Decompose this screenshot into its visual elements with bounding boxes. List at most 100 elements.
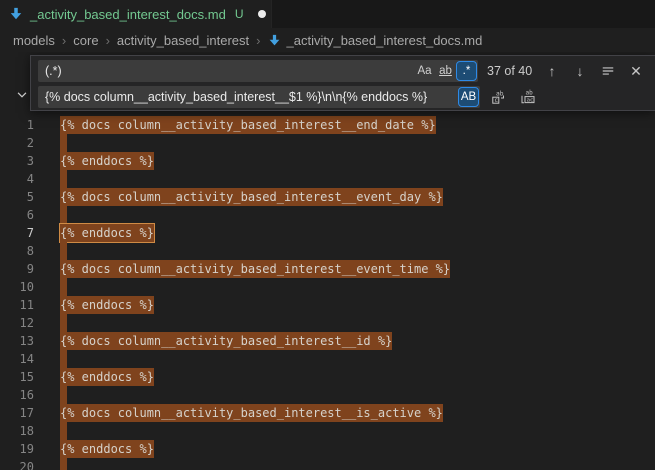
match-case-toggle[interactable]: Aa xyxy=(415,62,434,80)
tab-active[interactable]: _activity_based_interest_docs.md U xyxy=(0,0,272,28)
line-content[interactable] xyxy=(60,134,67,152)
line-content[interactable] xyxy=(60,170,67,188)
line-content[interactable] xyxy=(60,350,67,368)
breadcrumb-separator-icon: › xyxy=(256,33,260,48)
code-line: 17 {% docs column__activity_based_interes… xyxy=(0,404,655,422)
line-number[interactable]: 19 xyxy=(0,440,34,458)
line-number[interactable]: 10 xyxy=(0,278,34,296)
line-number[interactable]: 9 xyxy=(0,260,34,278)
line-number[interactable]: 1 xyxy=(0,116,34,134)
close-find-button[interactable]: ✕ xyxy=(626,61,646,81)
code-line: 18 xyxy=(0,422,655,440)
empty-line-match-highlight xyxy=(60,170,67,188)
find-input[interactable]: (.*) Aa ab .* xyxy=(38,60,478,82)
line-content[interactable]: {% docs column__activity_based_interest_… xyxy=(60,404,443,422)
tab-filename: _activity_based_interest_docs.md xyxy=(30,7,226,22)
match-count: 37 of 40 xyxy=(487,64,532,78)
previous-match-button[interactable]: ↑ xyxy=(542,61,562,81)
line-number[interactable]: 16 xyxy=(0,386,34,404)
code-line: 4 xyxy=(0,170,655,188)
line-content[interactable] xyxy=(60,386,67,404)
line-content[interactable]: {% docs column__activity_based_interest_… xyxy=(60,332,392,350)
line-content[interactable]: {% docs column__activity_based_interest_… xyxy=(60,116,436,134)
match-highlight: {% docs column__activity_based_interest_… xyxy=(60,188,443,206)
git-status-badge: U xyxy=(235,7,244,21)
find-row: (.*) Aa ab .* 37 of 40 ↑ ↓ ✕ xyxy=(38,60,646,82)
line-number[interactable]: 12 xyxy=(0,314,34,332)
line-content[interactable]: {% enddocs %} xyxy=(60,152,154,170)
line-content[interactable]: {% enddocs %} xyxy=(60,368,154,386)
breadcrumb-item[interactable]: core xyxy=(73,33,98,48)
breadcrumb-separator-icon: › xyxy=(106,33,110,48)
line-content[interactable]: {% docs column__activity_based_interest_… xyxy=(60,188,443,206)
empty-line-match-highlight xyxy=(60,386,67,404)
code-line: 7 {% enddocs %} xyxy=(0,224,655,242)
breadcrumb-item[interactable]: models xyxy=(13,33,55,48)
replace-all-icon[interactable]: ab ac xyxy=(518,87,538,107)
line-number[interactable]: 17 xyxy=(0,404,34,422)
match-highlight: {% enddocs %} xyxy=(60,296,154,314)
match-highlight: {% enddocs %} xyxy=(60,368,154,386)
breadcrumb-item[interactable]: activity_based_interest xyxy=(117,33,249,48)
code-line: 19 {% enddocs %} xyxy=(0,440,655,458)
regex-toggle[interactable]: .* xyxy=(457,62,476,80)
code-line: 1 {% docs column__activity_based_interest… xyxy=(0,116,655,134)
match-highlight: {% docs column__activity_based_interest_… xyxy=(60,260,450,278)
line-number[interactable]: 18 xyxy=(0,422,34,440)
empty-line-match-highlight xyxy=(60,242,67,260)
line-number[interactable]: 2 xyxy=(0,134,34,152)
line-number[interactable]: 15 xyxy=(0,368,34,386)
svg-text:c: c xyxy=(494,97,498,104)
editor: 1 {% docs column__activity_based_interest… xyxy=(0,52,655,470)
replace-one-icon[interactable]: ab c xyxy=(489,87,509,107)
line-number[interactable]: 5 xyxy=(0,188,34,206)
code-line: 3 {% enddocs %} xyxy=(0,152,655,170)
replace-row: {% docs column__activity_based_interest_… xyxy=(38,86,646,108)
modified-indicator-icon[interactable] xyxy=(258,10,266,18)
markdown-file-icon xyxy=(9,7,23,21)
match-highlight: {% enddocs %} xyxy=(60,440,154,458)
code-line: 12 xyxy=(0,314,655,332)
preserve-case-toggle[interactable]: AB xyxy=(459,88,478,106)
replace-input[interactable]: {% docs column__activity_based_interest_… xyxy=(38,86,480,108)
empty-line-match-highlight xyxy=(60,206,67,224)
line-number[interactable]: 3 xyxy=(0,152,34,170)
line-content[interactable] xyxy=(60,242,67,260)
code-line: 6 xyxy=(0,206,655,224)
line-content[interactable] xyxy=(60,422,67,440)
empty-line-match-highlight xyxy=(60,350,67,368)
line-content[interactable] xyxy=(60,458,67,470)
line-number[interactable]: 6 xyxy=(0,206,34,224)
match-highlight: {% enddocs %} xyxy=(60,152,154,170)
markdown-file-icon xyxy=(268,34,281,47)
line-content[interactable]: {% enddocs %} xyxy=(60,224,154,242)
breadcrumb: models›core›activity_based_interest›_act… xyxy=(0,28,655,52)
next-match-button[interactable]: ↓ xyxy=(570,61,590,81)
code-line: 9 {% docs column__activity_based_interest… xyxy=(0,260,655,278)
line-content[interactable]: {% docs column__activity_based_interest_… xyxy=(60,260,450,278)
line-number[interactable]: 20 xyxy=(0,458,34,470)
code-area: 1 {% docs column__activity_based_interest… xyxy=(0,116,655,470)
code-line: 16 xyxy=(0,386,655,404)
code-line: 20 xyxy=(0,458,655,470)
line-content[interactable] xyxy=(60,278,67,296)
line-content[interactable] xyxy=(60,206,67,224)
line-number[interactable]: 13 xyxy=(0,332,34,350)
whole-word-toggle[interactable]: ab xyxy=(436,62,455,80)
empty-line-match-highlight xyxy=(60,278,67,296)
svg-text:ac: ac xyxy=(527,97,534,103)
line-number[interactable]: 7 xyxy=(0,224,34,242)
toggle-replace-chevron-icon[interactable] xyxy=(13,86,30,103)
line-number[interactable]: 8 xyxy=(0,242,34,260)
breadcrumb-item[interactable]: _activity_based_interest_docs.md xyxy=(287,33,483,48)
find-in-selection-icon[interactable] xyxy=(598,61,618,81)
line-number[interactable]: 11 xyxy=(0,296,34,314)
line-content[interactable]: {% enddocs %} xyxy=(60,296,154,314)
replace-value-text: {% docs column__activity_based_interest_… xyxy=(38,90,459,104)
line-number[interactable]: 4 xyxy=(0,170,34,188)
line-number[interactable]: 14 xyxy=(0,350,34,368)
line-content[interactable] xyxy=(60,314,67,332)
line-content[interactable]: {% enddocs %} xyxy=(60,440,154,458)
empty-line-match-highlight xyxy=(60,422,67,440)
find-query-text: (.*) xyxy=(38,64,415,78)
